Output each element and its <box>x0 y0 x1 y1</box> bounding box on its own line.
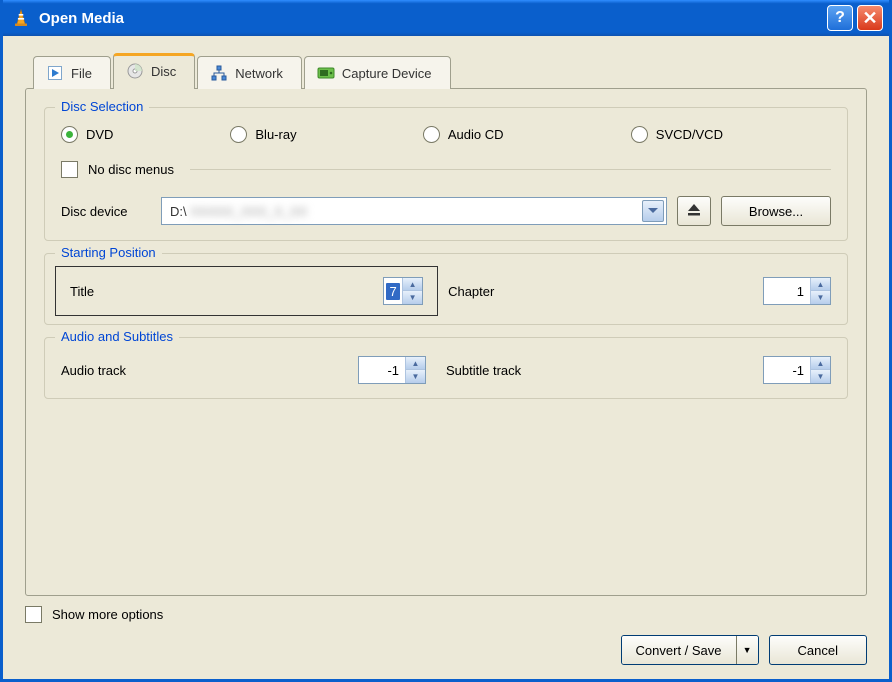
spin-down-icon[interactable]: ▼ <box>810 370 830 383</box>
radio-bluray[interactable] <box>230 126 247 143</box>
tab-capture[interactable]: Capture Device <box>304 56 451 89</box>
chapter-spinbox[interactable]: 1 ▲ ▼ <box>763 277 831 305</box>
subtitle-track-spinbox[interactable]: -1 ▲ ▼ <box>763 356 831 384</box>
radio-audiocd-label: Audio CD <box>448 127 504 142</box>
titlebar: Open Media ? ✕ <box>3 0 889 36</box>
vlc-cone-icon <box>11 8 31 28</box>
radio-item-audiocd[interactable]: Audio CD <box>423 126 631 143</box>
group-disc-selection: Disc Selection DVD Blu-ray Audio CD <box>44 107 848 241</box>
convert-save-button[interactable]: Convert / Save ▼ <box>621 635 759 665</box>
tab-file[interactable]: File <box>33 56 111 89</box>
convert-save-main[interactable]: Convert / Save <box>622 636 736 664</box>
open-media-dialog: Open Media ? ✕ File Disc Network <box>0 0 892 682</box>
checkbox-show-more-options[interactable] <box>25 606 42 623</box>
browse-button-label: Browse... <box>749 204 803 219</box>
tab-file-label: File <box>71 66 92 81</box>
spin-up-icon[interactable]: ▲ <box>810 278 830 291</box>
chapter-label: Chapter <box>448 284 494 299</box>
dialog-content: File Disc Network Capture Device <box>3 36 889 679</box>
checkbox-no-disc-menus[interactable] <box>61 161 78 178</box>
tab-disc[interactable]: Disc <box>113 53 195 89</box>
chapter-field-container: Chapter 1 ▲ ▼ <box>448 277 831 305</box>
group-starting-position: Starting Position Title 7 ▲ ▼ Ch <box>44 253 848 325</box>
network-icon <box>210 64 228 82</box>
file-play-icon <box>46 64 64 82</box>
tab-network[interactable]: Network <box>197 56 302 89</box>
title-field-container: Title 7 ▲ ▼ <box>55 266 438 316</box>
radio-item-svcd[interactable]: SVCD/VCD <box>631 126 785 143</box>
disc-device-row: Disc device D:\ XXXXX_XXX_X_XX Browse.. <box>61 196 831 226</box>
radio-svcd[interactable] <box>631 126 648 143</box>
group-title-audio-subtitles: Audio and Subtitles <box>55 329 179 344</box>
tab-network-label: Network <box>235 66 283 81</box>
disc-icon <box>126 62 144 80</box>
capture-device-icon <box>317 64 335 82</box>
spin-down-icon[interactable]: ▼ <box>810 291 830 304</box>
disc-device-label: Disc device <box>61 204 151 219</box>
cancel-button[interactable]: Cancel <box>769 635 867 665</box>
eject-icon <box>686 203 702 220</box>
title-value[interactable]: 7 <box>386 283 400 300</box>
audio-track-container: Audio track -1 ▲ ▼ <box>61 356 446 384</box>
subtitle-track-label: Subtitle track <box>446 363 521 378</box>
radio-item-dvd[interactable]: DVD <box>61 126 230 143</box>
spin-down-icon[interactable]: ▼ <box>405 370 425 383</box>
group-title-starting-position: Starting Position <box>55 245 162 260</box>
title-label: Title <box>70 284 94 299</box>
spin-down-icon[interactable]: ▼ <box>402 291 422 304</box>
radio-item-bluray[interactable]: Blu-ray <box>230 126 423 143</box>
show-more-label: Show more options <box>52 607 163 622</box>
subtitle-track-value[interactable]: -1 <box>764 363 810 378</box>
no-disc-menus-label: No disc menus <box>88 162 174 177</box>
chevron-down-icon[interactable] <box>642 200 664 222</box>
tab-panel-disc: Disc Selection DVD Blu-ray Audio CD <box>25 88 867 596</box>
browse-button[interactable]: Browse... <box>721 196 831 226</box>
window-title: Open Media <box>39 10 823 27</box>
close-button[interactable]: ✕ <box>857 5 883 31</box>
spin-up-icon[interactable]: ▲ <box>402 278 422 291</box>
tab-capture-label: Capture Device <box>342 66 432 81</box>
spin-up-icon[interactable]: ▲ <box>810 357 830 370</box>
title-spinbox[interactable]: 7 ▲ ▼ <box>383 277 423 305</box>
radio-dvd[interactable] <box>61 126 78 143</box>
audio-track-value[interactable]: -1 <box>359 363 405 378</box>
disc-type-radios: DVD Blu-ray Audio CD SVCD/VCD <box>61 126 831 143</box>
radio-audiocd[interactable] <box>423 126 440 143</box>
tab-strip: File Disc Network Capture Device <box>33 54 867 88</box>
radio-svcd-label: SVCD/VCD <box>656 127 723 142</box>
chapter-value[interactable]: 1 <box>764 284 810 299</box>
spin-up-icon[interactable]: ▲ <box>405 357 425 370</box>
group-audio-subtitles: Audio and Subtitles Audio track -1 ▲ ▼ <box>44 337 848 399</box>
audio-track-label: Audio track <box>61 363 126 378</box>
subtitle-track-container: Subtitle track -1 ▲ ▼ <box>446 356 831 384</box>
cancel-button-label: Cancel <box>798 643 838 658</box>
group-title-disc-selection: Disc Selection <box>55 99 149 114</box>
disc-device-combo[interactable]: D:\ XXXXX_XXX_X_XX <box>161 197 667 225</box>
radio-bluray-label: Blu-ray <box>255 127 296 142</box>
show-more-row: Show more options <box>25 606 867 623</box>
convert-save-label: Convert / Save <box>636 643 722 658</box>
disc-device-value: D:\ XXXXX_XXX_X_XX <box>170 204 642 219</box>
dialog-footer: Show more options Convert / Save ▼ Cance… <box>25 596 867 665</box>
no-disc-menus-row: No disc menus <box>61 161 831 178</box>
convert-save-dropdown[interactable]: ▼ <box>736 636 758 664</box>
tab-disc-label: Disc <box>151 64 176 79</box>
chevron-down-icon: ▼ <box>743 645 752 655</box>
help-button[interactable]: ? <box>827 5 853 31</box>
divider <box>190 169 831 170</box>
audio-track-spinbox[interactable]: -1 ▲ ▼ <box>358 356 426 384</box>
eject-button[interactable] <box>677 196 711 226</box>
radio-dvd-label: DVD <box>86 127 113 142</box>
